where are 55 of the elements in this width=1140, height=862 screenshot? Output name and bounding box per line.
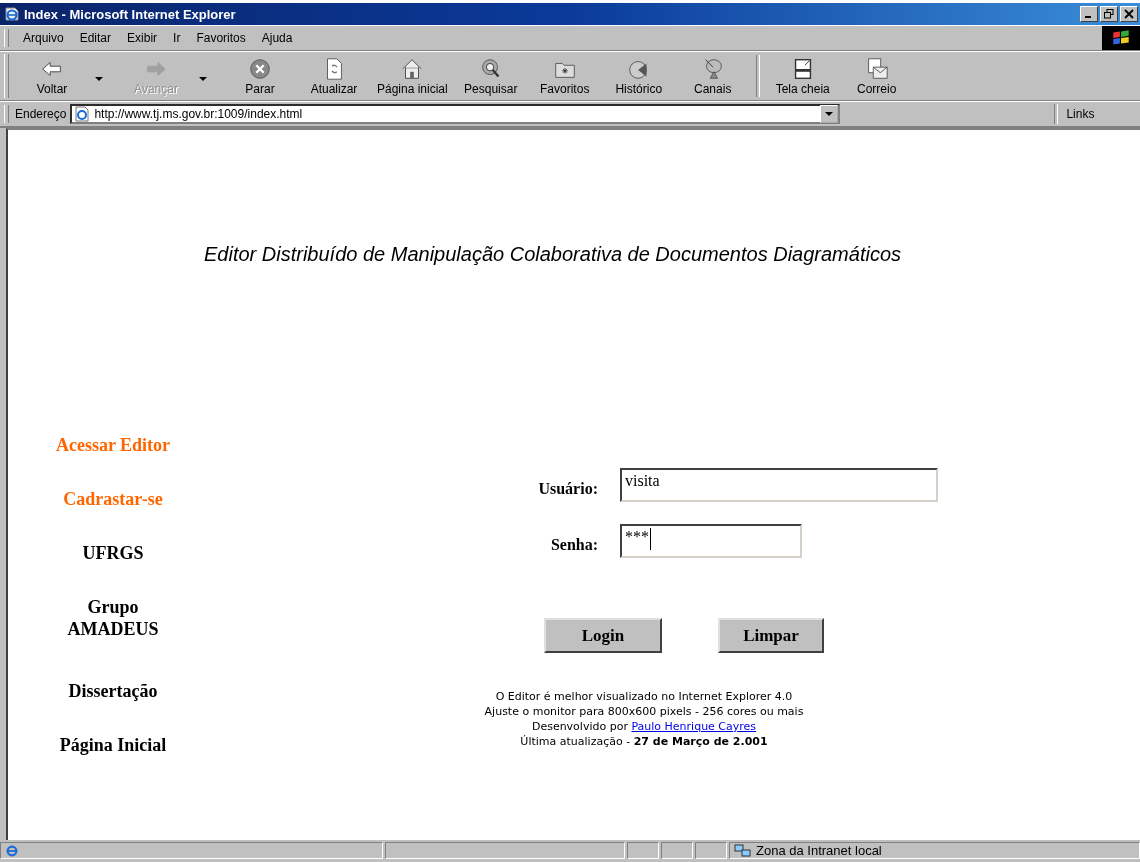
- menu-item[interactable]: Exibir: [119, 31, 166, 45]
- clear-button[interactable]: Limpar: [718, 618, 824, 653]
- caret-icon: [825, 112, 834, 116]
- toolbar-button[interactable]: Página inicial: [377, 56, 448, 96]
- toolbar-button[interactable]: Canais: [681, 56, 744, 96]
- author-link[interactable]: Paulo Henrique Cayres: [631, 720, 757, 733]
- restore-icon: [1104, 9, 1114, 19]
- windows-logo-icon: [1102, 26, 1140, 50]
- footer-text: Ajuste o monitor para 800x600 pixels - 256 cores ou mais: [483, 704, 805, 719]
- toolbar-button[interactable]: Pesquisar: [459, 56, 522, 96]
- password-label: Senha:: [550, 535, 598, 554]
- login-button[interactable]: Login: [544, 618, 662, 653]
- network-computers-icon: [734, 843, 752, 858]
- menu-item[interactable]: Ajuda: [253, 31, 301, 45]
- user-label: Usuário:: [538, 479, 598, 498]
- password-input[interactable]: ***: [620, 524, 802, 558]
- menu-item[interactable]: Editar: [71, 31, 120, 45]
- toolbar-button[interactable]: Voltar: [21, 56, 83, 96]
- toolbar-button[interactable]: Histórico: [607, 56, 670, 96]
- address-field[interactable]: http://www.tj.ms.gov.br:1009/index.html: [70, 104, 841, 124]
- ie-logo-icon: [5, 843, 19, 858]
- nav-link[interactable]: Página Inicial: [43, 734, 183, 756]
- nav-link[interactable]: UFRGS: [43, 542, 183, 564]
- menu-item[interactable]: Arquivo: [15, 31, 72, 45]
- security-zone: Zona da Intranet local: [756, 843, 882, 858]
- status-panel: [627, 842, 659, 859]
- footer-text: Última atualização - 27 de Março de 2.001: [519, 734, 769, 749]
- window-title: Index - Microsoft Internet Explorer: [24, 6, 237, 22]
- page-heading: Editor Distribuído de Manipulação Colaborativa de Documentos Diagramáticos: [204, 243, 903, 266]
- menu-item[interactable]: Favoritos: [188, 31, 254, 45]
- close-icon: [1124, 9, 1134, 19]
- address-label: Endereço: [15, 107, 67, 121]
- toolbar-button[interactable]: Correio: [845, 56, 908, 96]
- page-icon: [74, 106, 91, 122]
- toolbar-button[interactable]: Parar: [229, 56, 291, 96]
- footer-text: O Editor é melhor visualizado no Internet Explorer 4.0: [494, 689, 794, 704]
- links-button[interactable]: Links: [1066, 107, 1095, 121]
- close-button[interactable]: [1120, 6, 1138, 22]
- toolbar-button[interactable]: Atualizar: [303, 56, 365, 96]
- ie-logo-icon: [4, 6, 20, 22]
- user-input[interactable]: visita: [620, 468, 938, 502]
- status-panel: [695, 842, 727, 859]
- caret-icon: [95, 76, 103, 81]
- status-panel: [661, 842, 693, 859]
- caret-icon: [199, 76, 207, 81]
- restore-button[interactable]: [1100, 6, 1118, 22]
- address-dropdown-button[interactable]: [820, 105, 839, 123]
- footer-text: Desenvolvido por: [531, 720, 628, 733]
- toolbar-button[interactable]: Favoritos: [533, 56, 596, 96]
- nav-link[interactable]: Grupo AMADEUS: [58, 596, 168, 640]
- nav-link[interactable]: Dissertação: [43, 680, 183, 702]
- minimize-button[interactable]: [1080, 6, 1098, 22]
- minimize-icon: [1085, 16, 1091, 18]
- menu-item[interactable]: Ir: [165, 31, 189, 45]
- toolbar-button[interactable]: Tela cheia: [771, 56, 834, 96]
